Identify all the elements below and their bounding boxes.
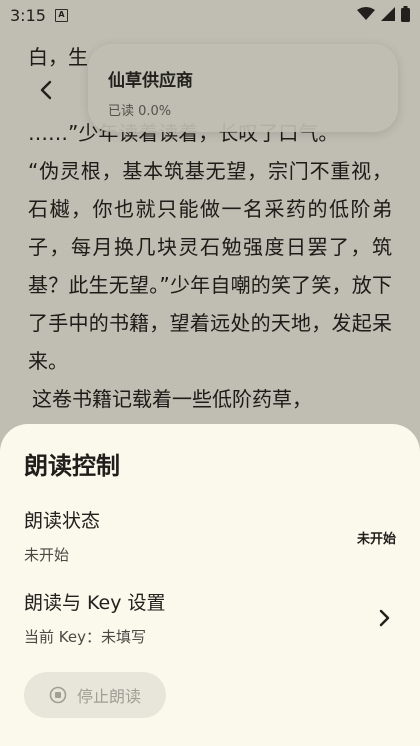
read-status-subtitle: 未开始 xyxy=(24,546,70,564)
read-status-row: 朗读状态 未开始 未开始 xyxy=(0,506,420,576)
stop-reading-label: 停止朗读 xyxy=(76,687,141,706)
read-settings-row[interactable]: 朗读与 Key 设置 当前 Key：未填写 xyxy=(0,588,420,658)
read-status-value: 未开始 xyxy=(356,532,396,547)
stop-reading-button[interactable]: 停止朗读 xyxy=(24,672,166,718)
chevron-right-icon xyxy=(379,609,390,627)
sheet-title: 朗读控制 xyxy=(24,452,120,480)
read-status-title: 朗读状态 xyxy=(24,510,101,532)
read-aloud-sheet: 朗读控制 朗读状态 未开始 未开始 朗读与 Key 设置 当前 Key：未填写 … xyxy=(0,424,420,746)
read-settings-title: 朗读与 Key 设置 xyxy=(24,592,166,614)
read-settings-subtitle: 当前 Key：未填写 xyxy=(24,628,146,646)
stop-icon xyxy=(49,686,67,704)
